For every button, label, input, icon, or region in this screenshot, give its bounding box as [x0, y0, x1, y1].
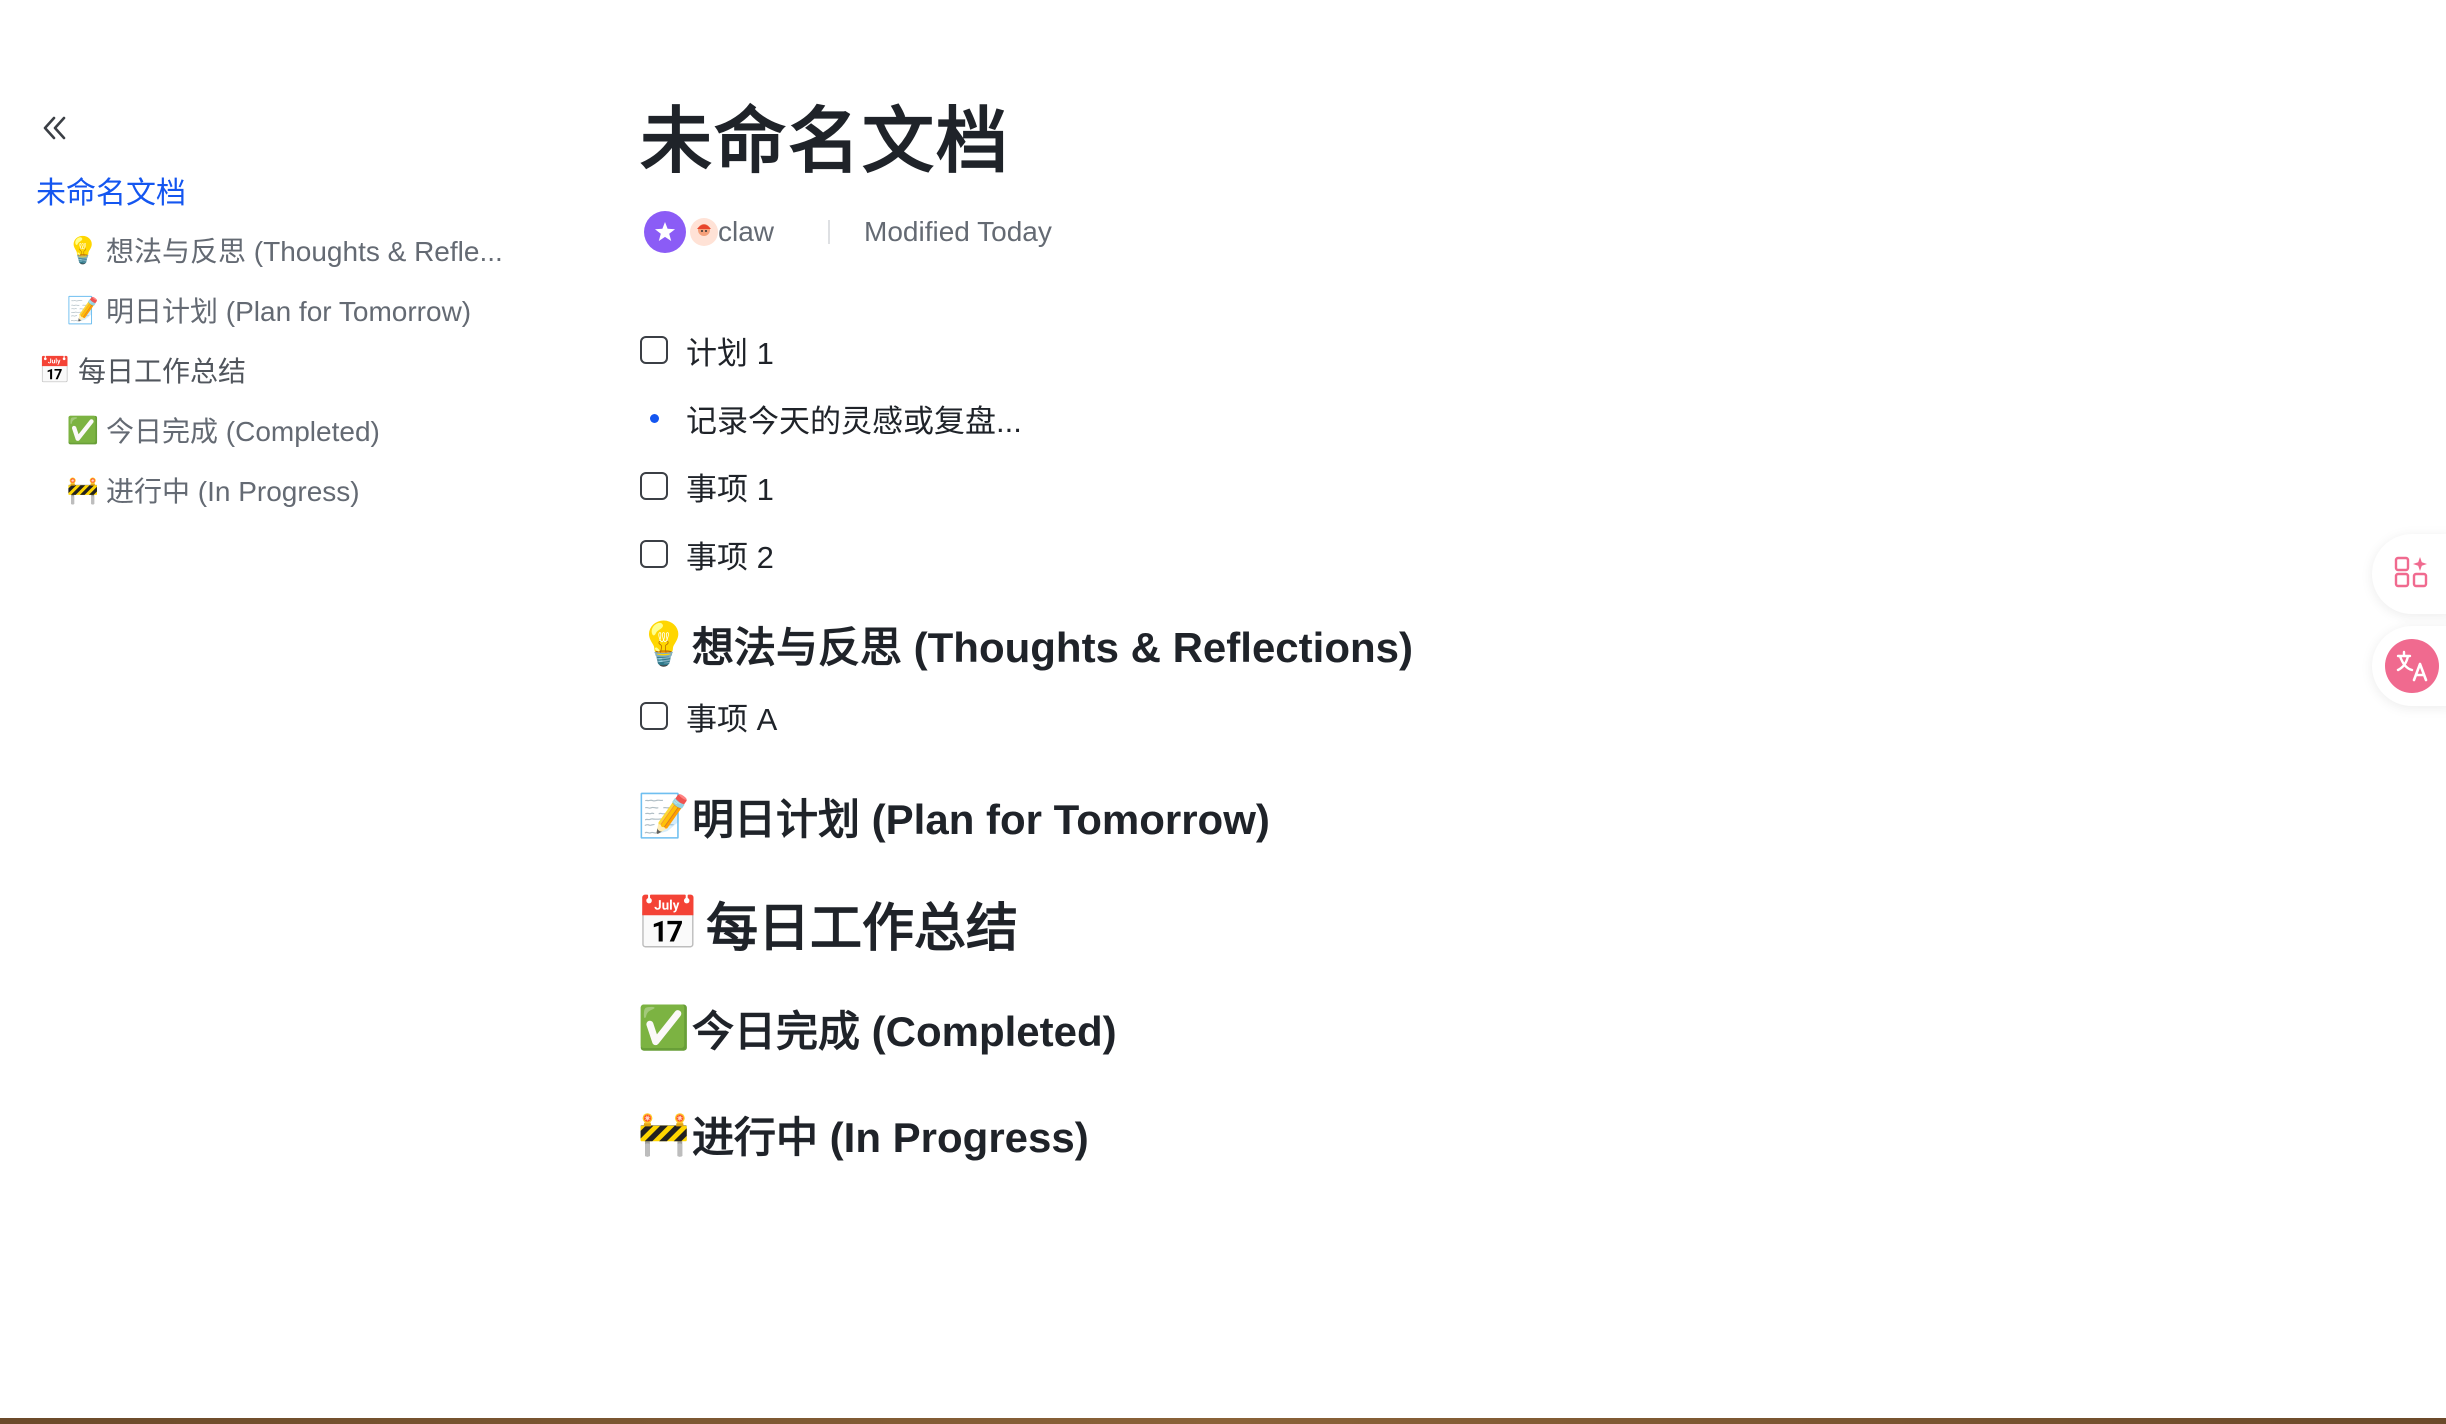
outline-item-title[interactable]: 未命名文档 [36, 160, 576, 220]
page-title[interactable]: 未命名文档 [640, 82, 1010, 187]
memo-icon: 📝 [66, 294, 100, 325]
todo-checkbox[interactable] [640, 702, 668, 730]
heading-text: 想法与反思 (Thoughts & Reflections) [692, 623, 1413, 671]
document-page: 未命名文档 💡 想法与反思 (Thoughts & Refle... 📝 明日计… [0, 0, 2446, 1424]
todo-checkbox[interactable] [640, 336, 668, 364]
document-outline: 未命名文档 💡 想法与反思 (Thoughts & Refle... 📝 明日计… [36, 160, 576, 520]
bullet-item: 记录今天的灵感或复盘... [640, 384, 2040, 452]
translate-icon [2385, 639, 2439, 693]
construction-icon: 🚧 [66, 474, 100, 505]
calendar-icon: 📅 [38, 354, 72, 385]
collapse-outline-button[interactable] [34, 108, 74, 148]
memo-icon: 📝 [637, 791, 691, 839]
lightbulb-icon: 💡 [66, 234, 100, 265]
heading-text: 今日完成 (Completed) [692, 1007, 1117, 1055]
document-body: 计划 1 记录今天的灵感或复盘... 事项 1 事项 2 💡 想法与反思 (Th… [635, 316, 2040, 1172]
outline-item-label: 每日工作总结 [78, 356, 247, 387]
translate-button[interactable] [2372, 626, 2446, 706]
outline-item-completed[interactable]: ✅ 今日完成 (Completed) [36, 400, 576, 460]
window-bottom-edge [0, 1418, 2446, 1424]
check-mark-icon: ✅ [637, 1003, 691, 1051]
todo-item: 计划 1 [640, 316, 2040, 384]
outline-item-label: 今日完成 (Completed) [106, 416, 380, 447]
heading-text: 每日工作总结 [706, 899, 1019, 958]
meta-divider [828, 220, 831, 244]
heading-text: 明日计划 (Plan for Tomorrow) [692, 795, 1270, 843]
double-chevron-left-icon [43, 116, 66, 140]
todo-text[interactable]: 计划 1 [686, 328, 774, 373]
heading-thoughts[interactable]: 💡 想法与反思 (Thoughts & Reflections) [637, 606, 2040, 682]
outline-item-label: 想法与反思 (Thoughts & Refle... [106, 236, 503, 267]
todo-item: 事项 A [640, 682, 2040, 750]
heading-in-progress[interactable]: 🚧 进行中 (In Progress) [637, 1096, 2040, 1172]
outline-item-thoughts[interactable]: 💡 想法与反思 (Thoughts & Refle... [36, 220, 576, 280]
star-icon [655, 222, 675, 241]
avatar[interactable] [644, 211, 686, 253]
outline-item-daily-summary[interactable]: 📅 每日工作总结 [36, 340, 576, 400]
heading-text: 进行中 (In Progress) [692, 1113, 1089, 1161]
construction-icon: 🚧 [637, 1109, 691, 1157]
todo-text[interactable]: 事项 2 [686, 532, 774, 577]
todo-text[interactable]: 事项 1 [686, 464, 774, 509]
heading-completed[interactable]: ✅ 今日完成 (Completed) [637, 990, 2040, 1066]
heading-plan[interactable]: 📝 明日计划 (Plan for Tomorrow) [637, 778, 2040, 854]
apps-sparkle-icon [2394, 556, 2428, 588]
todo-checkbox[interactable] [640, 472, 668, 500]
owner-avatar [690, 218, 718, 246]
outline-item-label: 进行中 (In Progress) [106, 476, 360, 507]
lightbulb-icon: 💡 [637, 619, 691, 667]
calendar-icon: 📅 [635, 894, 701, 953]
bullet-marker [640, 413, 668, 423]
todo-item: 事项 2 [640, 520, 2040, 588]
outline-item-plan[interactable]: 📝 明日计划 (Plan for Tomorrow) [36, 280, 576, 340]
todo-item: 事项 1 [640, 452, 2040, 520]
outline-item-in-progress[interactable]: 🚧 进行中 (In Progress) [36, 460, 576, 520]
modified-time: Modified Today [864, 216, 1052, 247]
outline-item-label: 未命名文档 [36, 177, 186, 210]
apps-widget-button[interactable] [2372, 534, 2446, 614]
person-icon [697, 224, 711, 236]
heading-daily-summary[interactable]: 📅 每日工作总结 [635, 878, 2040, 968]
check-mark-icon: ✅ [66, 414, 100, 445]
owner-name[interactable]: claw [718, 216, 774, 248]
todo-checkbox[interactable] [640, 540, 668, 568]
document-meta: claw Modified Today [644, 208, 1052, 256]
outline-item-label: 明日计划 (Plan for Tomorrow) [106, 296, 472, 327]
bullet-text[interactable]: 记录今天的灵感或复盘... [686, 396, 1022, 441]
todo-text[interactable]: 事项 A [686, 694, 777, 739]
